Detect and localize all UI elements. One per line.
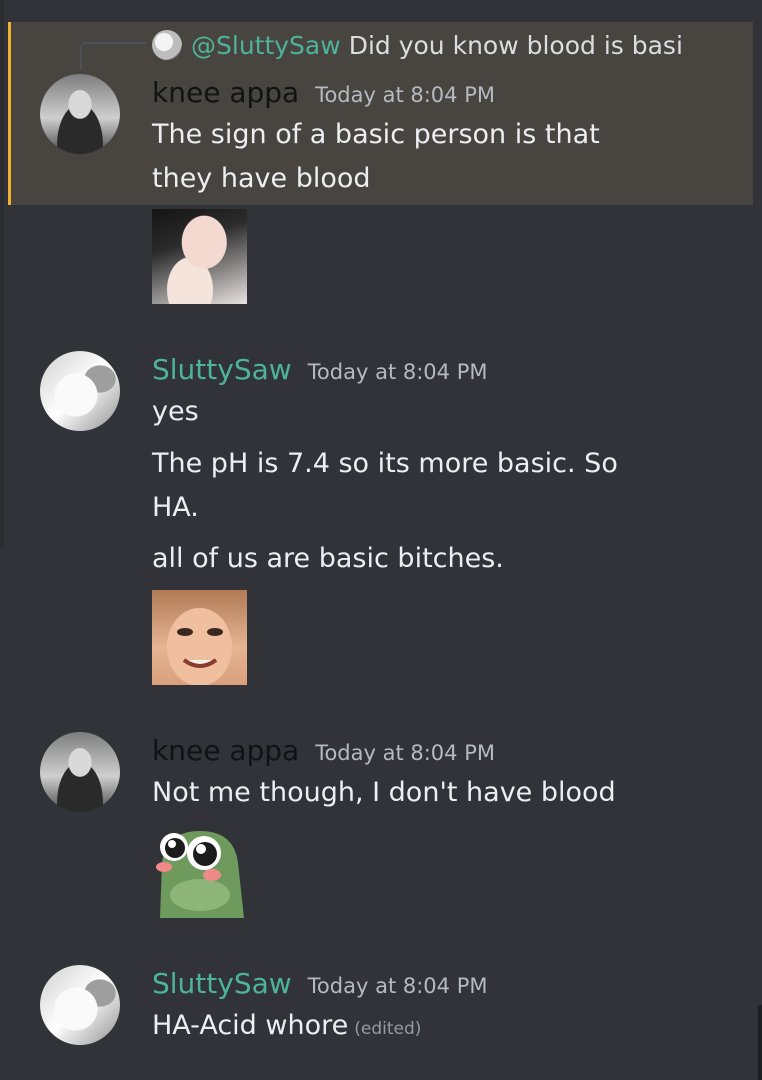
scrollbar[interactable]	[758, 1005, 762, 1080]
timestamp: Today at 8:04 PM	[307, 360, 488, 384]
channel-scroll-edge	[0, 0, 4, 550]
blushing-frog-sticker[interactable]	[152, 823, 247, 918]
message-text: The sign of a basic person is that	[152, 119, 600, 150]
message-body: HA-Acid whore	[152, 1010, 349, 1041]
frog-drawing	[156, 831, 244, 918]
message-text: all of us are basic bitches.	[152, 543, 504, 574]
reply-preview[interactable]: @SluttySaw Did you know blood is basi	[152, 30, 683, 60]
avatar[interactable]	[40, 74, 120, 154]
author-name[interactable]: SluttySaw	[152, 353, 292, 386]
reply-snippet[interactable]: Did you know blood is basi	[349, 31, 683, 60]
author-name[interactable]: SluttySaw	[152, 967, 292, 1000]
message-header: SluttySaw Today at 8:04 PM	[152, 967, 487, 1000]
reply-avatar	[152, 30, 182, 60]
reply-connector	[80, 42, 146, 70]
author-name[interactable]: knee appa	[152, 734, 299, 767]
timestamp: Today at 8:04 PM	[315, 741, 495, 765]
message-text: The pH is 7.4 so its more basic. So	[152, 448, 618, 479]
message-text: Not me though, I don't have blood	[152, 777, 616, 808]
smiling-kid-face	[177, 628, 223, 668]
timestamp: Today at 8:04 PM	[307, 974, 488, 998]
message-text: they have blood	[152, 163, 371, 194]
timestamp: Today at 8:04 PM	[315, 83, 495, 107]
author-name[interactable]: knee appa	[152, 76, 299, 109]
smiling-kid-sticker[interactable]	[152, 590, 247, 685]
avatar[interactable]	[40, 351, 120, 431]
message-text: HA.	[152, 492, 199, 523]
message-header: SluttySaw Today at 8:04 PM	[152, 353, 487, 386]
message-header: knee appa Today at 8:04 PM	[152, 734, 495, 767]
edited-label: (edited)	[354, 1019, 422, 1039]
message-text: HA-Acid whore (edited)	[152, 1004, 421, 1051]
avatar[interactable]	[40, 732, 120, 812]
reply-author[interactable]: @SluttySaw	[191, 31, 341, 60]
avatar[interactable]	[40, 965, 120, 1045]
message-header: knee appa Today at 8:04 PM	[152, 76, 495, 109]
girl-praying-sticker[interactable]	[152, 209, 247, 304]
message-text: yes	[152, 396, 199, 427]
